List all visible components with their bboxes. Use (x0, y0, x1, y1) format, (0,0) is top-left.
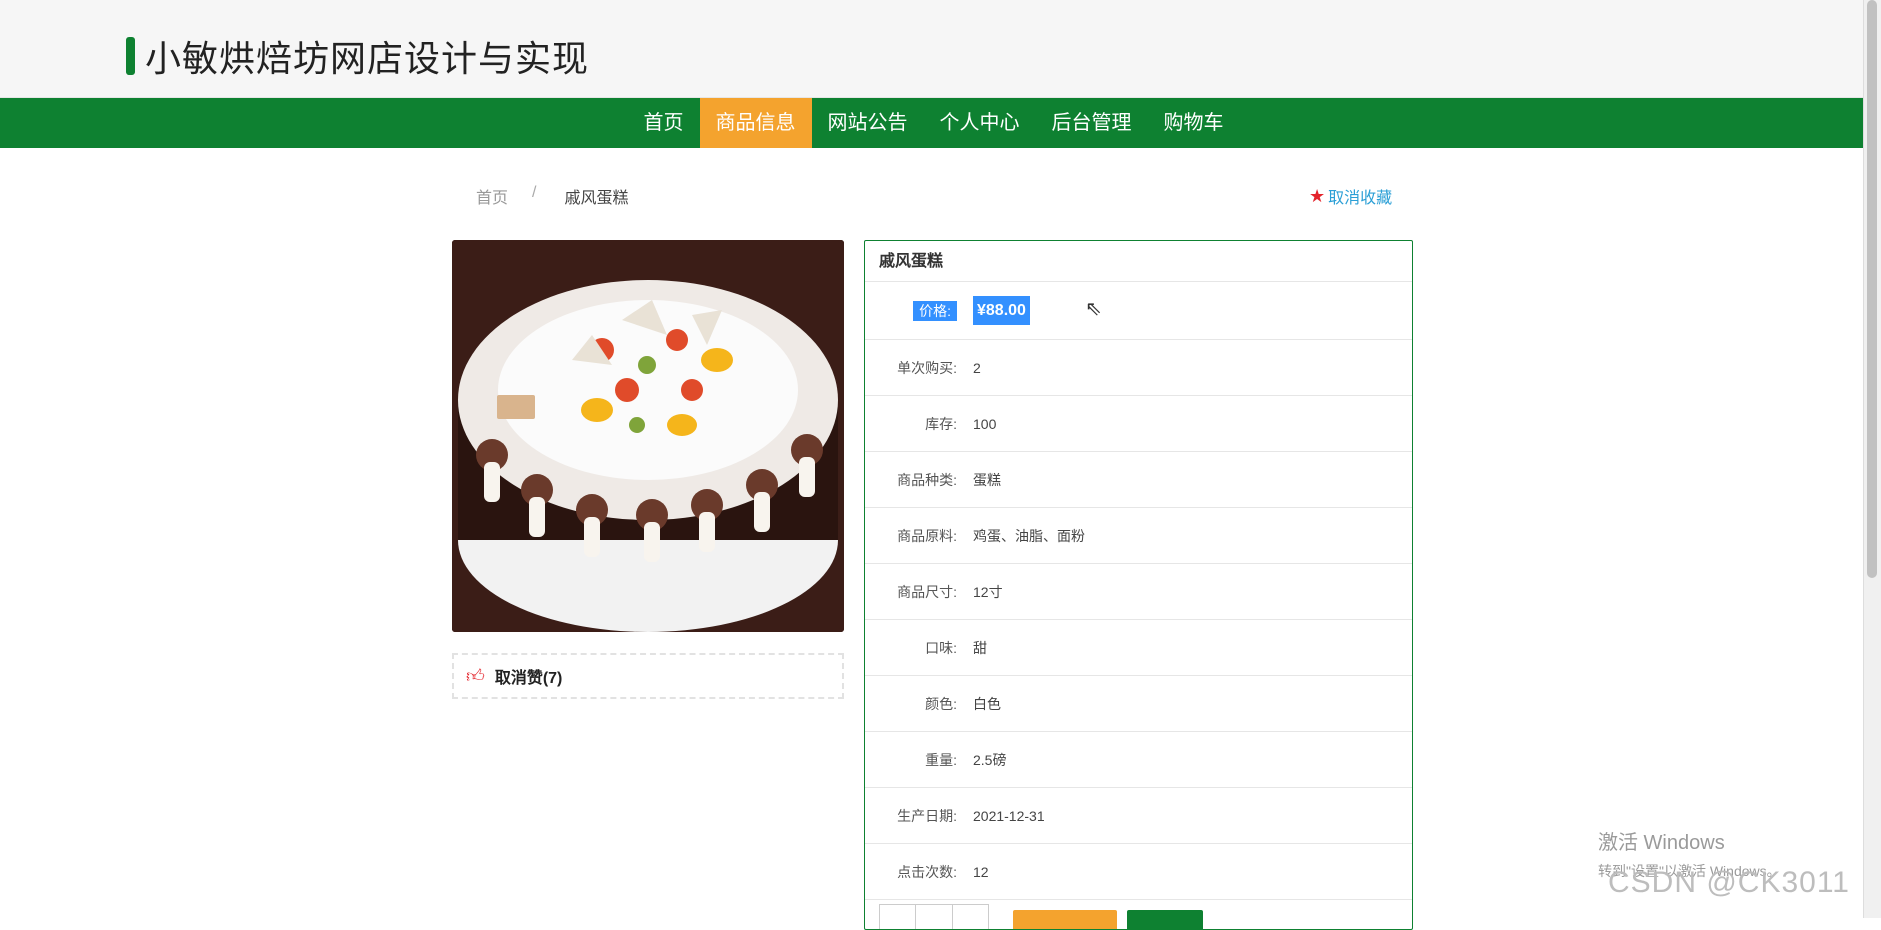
info-value: 白色 (973, 695, 1001, 712)
nav-item-cart[interactable]: 购物车 (1148, 98, 1240, 148)
price-label: 价格: (865, 300, 965, 321)
header-bar: 小敏烘焙坊网店设计与实现 (0, 0, 1863, 98)
info-value: 100 (973, 415, 997, 432)
unlike-button[interactable]: 👍︎ 取消赞(7) (452, 653, 844, 699)
info-value: 2021-12-31 (973, 807, 1045, 824)
nav-item-admin[interactable]: 后台管理 (1036, 98, 1148, 148)
scrollbar-thumb[interactable] (1867, 0, 1877, 578)
nav-item-announcements[interactable]: 网站公告 (812, 98, 924, 148)
info-value: 12 (973, 863, 989, 880)
info-value: 12寸 (973, 583, 1003, 600)
info-label: 库存: (925, 415, 957, 432)
price-row: 价格: ¥88.00 (865, 282, 1412, 340)
site-title: 小敏烘焙坊网店设计与实现 (145, 38, 590, 79)
product-info-panel: 戚风蛋糕 价格: ¥88.00 单次购买: 2 库存: 100 商品种类: 蛋糕… (864, 240, 1413, 930)
breadcrumb-separator: / (532, 184, 537, 201)
unfavorite-label: 取消收藏 (1328, 190, 1393, 207)
star-icon: ★ (1309, 185, 1326, 206)
brand: 小敏烘焙坊网店设计与实现 (126, 30, 589, 82)
info-row-size: 商品尺寸: 12寸 (865, 564, 1412, 620)
info-row-clicks: 点击次数: 12 (865, 844, 1412, 900)
info-label: 单次购买: (897, 359, 957, 376)
info-label: 商品原料: (897, 527, 957, 544)
info-value: 蛋糕 (973, 471, 1001, 488)
nav-item-products[interactable]: 商品信息 (699, 98, 812, 148)
csdn-watermark: CSDN @CK3011 (1608, 866, 1850, 899)
scrollbar[interactable] (1863, 0, 1881, 918)
info-row-weight: 重量: 2.5磅 (865, 732, 1412, 788)
unlike-label: 取消赞(7) (494, 670, 563, 687)
info-row-category: 商品种类: 蛋糕 (865, 452, 1412, 508)
info-row-production-date: 生产日期: 2021-12-31 (865, 788, 1412, 844)
info-label: 商品尺寸: (897, 583, 957, 600)
info-row-color: 颜色: 白色 (865, 676, 1412, 732)
info-value: 2.5磅 (973, 751, 1007, 768)
info-value: 鸡蛋、油脂、面粉 (973, 527, 1085, 544)
nav-item-home[interactable]: 首页 (628, 98, 700, 148)
add-to-cart-button[interactable] (1013, 910, 1117, 929)
purchase-controls (865, 904, 1412, 929)
mouse-cursor-icon: ⇖ (1085, 298, 1102, 320)
info-value: 甜 (973, 639, 987, 656)
info-row-ingredients: 商品原料: 鸡蛋、油脂、面粉 (865, 508, 1412, 564)
breadcrumb-home[interactable]: 首页 (476, 184, 508, 208)
brand-accent (126, 37, 135, 75)
breadcrumb: 首页 / 戚风蛋糕 (476, 184, 628, 208)
info-label: 重量: (925, 751, 957, 768)
main-nav: 首页 商品信息 网站公告 个人中心 后台管理 购物车 (0, 98, 1867, 148)
info-value: 2 (973, 359, 981, 376)
product-title: 戚风蛋糕 (865, 241, 1412, 282)
unfavorite-button[interactable]: ★ 取消收藏 (1309, 184, 1392, 208)
info-label: 口味: (925, 639, 957, 656)
thumbs-up-icon: 👍︎ (466, 666, 485, 686)
info-row-stock: 库存: 100 (865, 396, 1412, 452)
info-label: 商品种类: (897, 471, 957, 488)
product-image (452, 240, 844, 632)
nav-item-user-center[interactable]: 个人中心 (924, 98, 1036, 148)
breadcrumb-current: 戚风蛋糕 (564, 190, 629, 207)
info-label: 点击次数: (897, 863, 957, 880)
info-label: 生产日期: (897, 807, 957, 824)
info-row-purchase-limit: 单次购买: 2 (865, 340, 1412, 396)
quantity-stepper[interactable] (879, 904, 989, 929)
info-row-flavor: 口味: 甜 (865, 620, 1412, 676)
price-value: ¥88.00 (973, 295, 1030, 325)
price-value-cell: ¥88.00 (965, 295, 1030, 325)
info-label: 颜色: (925, 695, 957, 712)
buy-now-button[interactable] (1127, 910, 1203, 929)
